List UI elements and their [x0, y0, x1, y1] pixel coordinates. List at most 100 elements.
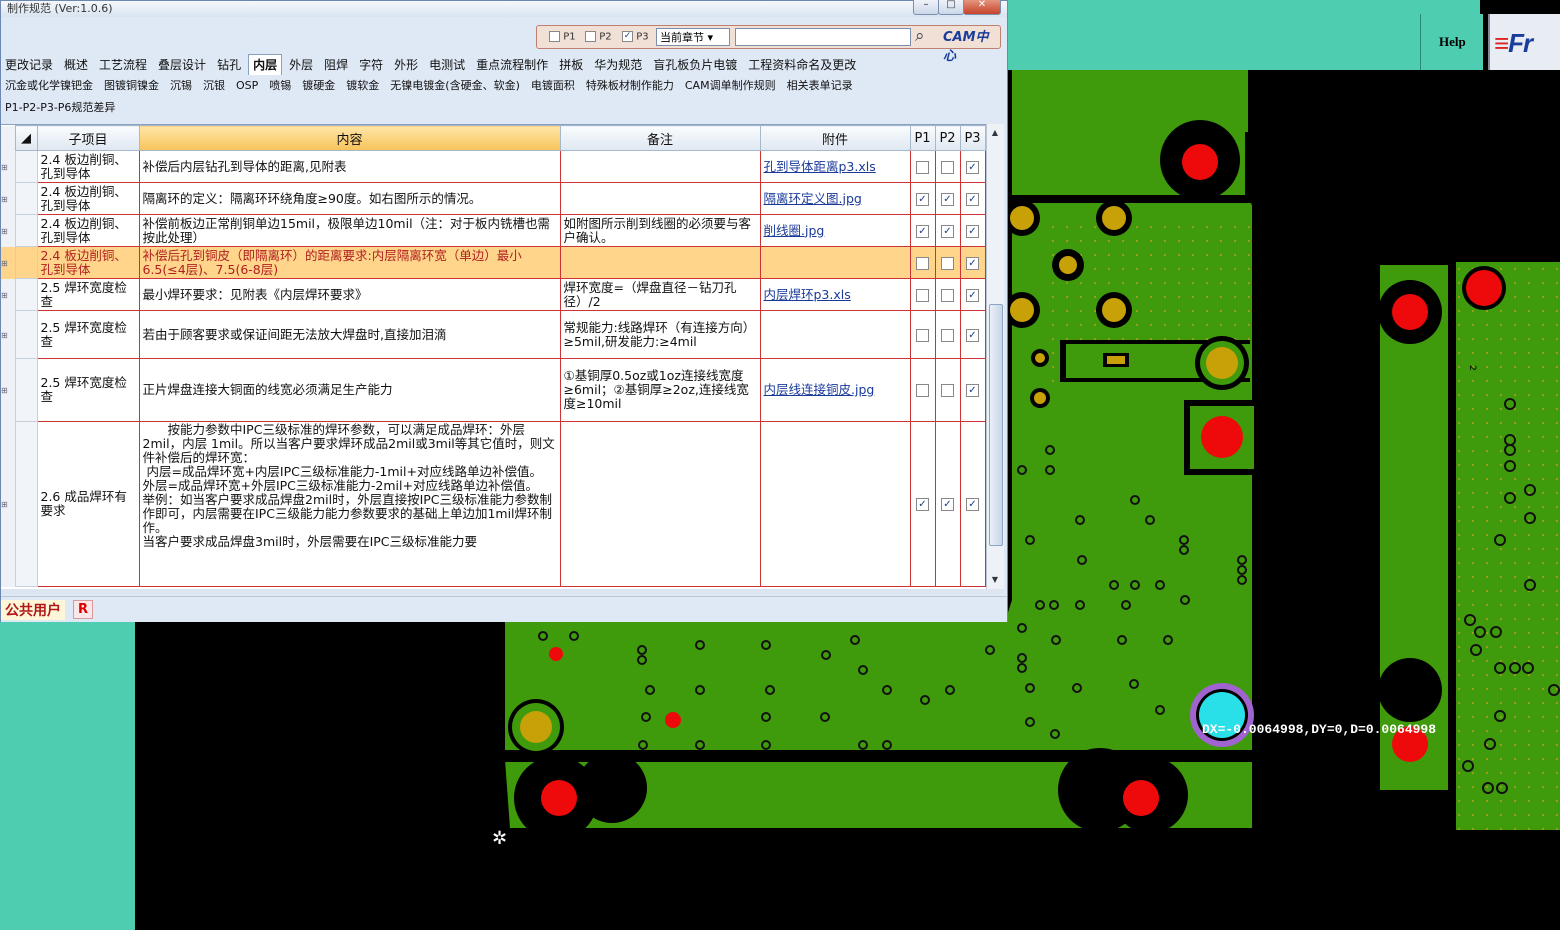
- p3-checkbox[interactable]: ✓: [966, 256, 979, 270]
- cell-p3[interactable]: ✓: [959, 358, 986, 422]
- row-expander[interactable]: ⊞: [1, 150, 15, 183]
- cell-p1[interactable]: [909, 310, 936, 359]
- cell-attach[interactable]: 削线圈.jpg: [759, 214, 911, 247]
- attachment-link[interactable]: 削线圈.jpg: [764, 223, 825, 238]
- scroll-up-icon[interactable]: ▲: [988, 126, 1002, 140]
- tab-item[interactable]: 无镍电镀金(含硬金、软金): [386, 76, 524, 96]
- row-expander[interactable]: ⊞: [1, 278, 15, 311]
- tab-item[interactable]: 工程资料命名及更改: [744, 55, 860, 75]
- p2-checkbox[interactable]: [941, 256, 954, 270]
- tab-item[interactable]: 图镀铜镍金: [100, 76, 163, 96]
- cell-p2[interactable]: [934, 310, 961, 359]
- tab-item[interactable]: 外形: [390, 55, 422, 75]
- tab-item[interactable]: 镀硬金: [298, 76, 339, 96]
- tab-item[interactable]: 阻焊: [320, 55, 352, 75]
- cell-p3[interactable]: ✓: [959, 214, 986, 247]
- p1-checkbox[interactable]: [916, 328, 929, 342]
- p1-checkbox[interactable]: [916, 288, 929, 302]
- row-expander[interactable]: ⊞: [1, 310, 15, 359]
- tab-item[interactable]: 重点流程制作: [472, 55, 552, 75]
- table-row[interactable]: ⊞ 2.4 板边削铜、孔到导体 补偿后孔到铜皮（即隔离环）的距离要求:内层隔离环宽（…: [1, 246, 986, 279]
- p2-checkbox[interactable]: [585, 31, 596, 42]
- row-indicator[interactable]: [14, 182, 38, 215]
- cell-p1[interactable]: [909, 358, 936, 422]
- row-indicator[interactable]: [14, 421, 38, 587]
- attachment-link[interactable]: 孔到导体距离p3.xls: [764, 159, 876, 174]
- tab-item[interactable]: 相关表单记录: [783, 76, 857, 96]
- row-indicator[interactable]: [14, 310, 38, 359]
- tab-item[interactable]: P1-P2-P3-P6规范差异: [1, 98, 119, 118]
- tab-item[interactable]: 内层: [248, 54, 283, 75]
- p2-checkbox[interactable]: [941, 288, 954, 302]
- p1-checkbox[interactable]: ✓: [916, 498, 929, 511]
- col-header-content[interactable]: 内容: [138, 125, 561, 151]
- tab-item[interactable]: 华为规范: [590, 55, 646, 75]
- p3-checkbox[interactable]: ✓: [622, 31, 633, 42]
- search-input[interactable]: [735, 28, 911, 46]
- tab-item[interactable]: 沉锡: [166, 76, 196, 96]
- cell-p2[interactable]: [934, 358, 961, 422]
- tab-item[interactable]: 叠层设计: [154, 55, 210, 75]
- cell-p2[interactable]: ✓: [934, 421, 961, 587]
- p3-filter[interactable]: ✓ P3: [622, 31, 649, 43]
- p3-checkbox[interactable]: ✓: [966, 160, 979, 174]
- p1-checkbox[interactable]: [916, 160, 929, 174]
- select-all-header[interactable]: ◢: [14, 125, 38, 151]
- p3-checkbox[interactable]: ✓: [966, 192, 979, 206]
- search-icon[interactable]: ⌕: [915, 26, 925, 46]
- tab-item[interactable]: 盲孔板负片电镀: [649, 55, 741, 75]
- cell-p1[interactable]: [909, 150, 936, 183]
- tab-item[interactable]: 镀软金: [342, 76, 383, 96]
- table-row[interactable]: ⊞ 2.4 板边削铜、孔到导体 隔离环的定义：隔离环环绕角度≥90度。如右图所示的情…: [1, 182, 986, 215]
- cell-p1[interactable]: [909, 278, 936, 311]
- cell-p2[interactable]: ✓: [934, 214, 961, 247]
- p3-checkbox[interactable]: ✓: [966, 288, 979, 302]
- cell-p3[interactable]: ✓: [959, 246, 986, 279]
- cell-p3[interactable]: ✓: [959, 421, 986, 587]
- cell-attach[interactable]: [759, 310, 911, 359]
- cell-attach[interactable]: 内层焊环p3.xls: [759, 278, 911, 311]
- p1-checkbox[interactable]: ✓: [916, 224, 929, 238]
- p1-checkbox[interactable]: [916, 256, 929, 270]
- tab-item[interactable]: CAM调单制作规则: [681, 76, 780, 96]
- table-row[interactable]: ⊞ 2.6 成品焊环有要求 按能力参数中IPC三级标准的焊环参数，可以满足成品焊环…: [1, 421, 986, 587]
- cell-p1[interactable]: ✓: [909, 182, 936, 215]
- scroll-down-icon[interactable]: ▼: [988, 573, 1002, 587]
- cell-p3[interactable]: ✓: [959, 310, 986, 359]
- cell-attach[interactable]: 内层线连接铜皮.jpg: [759, 358, 911, 422]
- col-header-p3[interactable]: P3: [959, 125, 986, 151]
- tab-item[interactable]: 钻孔: [213, 55, 245, 75]
- cell-p2[interactable]: [934, 150, 961, 183]
- cell-p1[interactable]: [909, 246, 936, 279]
- cell-attach[interactable]: 隔离环定义图.jpg: [759, 182, 911, 215]
- maximize-button[interactable]: □: [938, 0, 964, 15]
- attachment-link[interactable]: 隔离环定义图.jpg: [764, 191, 862, 206]
- row-expander[interactable]: ⊞: [1, 214, 15, 247]
- cell-p2[interactable]: ✓: [934, 182, 961, 215]
- cell-p3[interactable]: ✓: [959, 150, 986, 183]
- table-row[interactable]: ⊞ 2.5 焊环宽度检查 正片焊盘连接大铜面的线宽必须满足生产能力 ①基铜厚0.5oz…: [1, 358, 986, 422]
- tab-item[interactable]: OSP: [232, 76, 262, 96]
- cell-p1[interactable]: ✓: [909, 421, 936, 587]
- tab-item[interactable]: 外层: [285, 55, 317, 75]
- cell-p1[interactable]: ✓: [909, 214, 936, 247]
- table-row[interactable]: ⊞ 2.4 板边削铜、孔到导体 补偿前板边正常削铜单边15mil，极限单边10mil…: [1, 214, 986, 247]
- tab-item[interactable]: 喷锡: [265, 76, 295, 96]
- cell-p3[interactable]: ✓: [959, 182, 986, 215]
- tab-item[interactable]: 字符: [355, 55, 387, 75]
- tab-item[interactable]: 电镀面积: [527, 76, 579, 96]
- p3-checkbox[interactable]: ✓: [966, 328, 979, 342]
- row-expander[interactable]: ⊞: [1, 246, 15, 279]
- row-indicator[interactable]: [14, 278, 38, 311]
- vertical-scrollbar[interactable]: ▲ ▼: [986, 124, 1004, 589]
- tab-item[interactable]: 电测试: [425, 55, 469, 75]
- p3-checkbox[interactable]: ✓: [966, 224, 979, 238]
- p3-checkbox[interactable]: ✓: [966, 384, 979, 397]
- tab-item[interactable]: 工艺流程: [95, 55, 151, 75]
- p2-checkbox[interactable]: ✓: [941, 498, 954, 511]
- p2-checkbox[interactable]: ✓: [941, 192, 954, 206]
- p1-checkbox[interactable]: ✓: [916, 192, 929, 206]
- p2-filter[interactable]: P2: [585, 31, 612, 43]
- table-row[interactable]: ⊞ 2.5 焊环宽度检查 最小焊环要求：见附表《内层焊环要求》 焊环宽度=（焊盘直径－…: [1, 278, 986, 311]
- row-indicator[interactable]: [14, 358, 38, 422]
